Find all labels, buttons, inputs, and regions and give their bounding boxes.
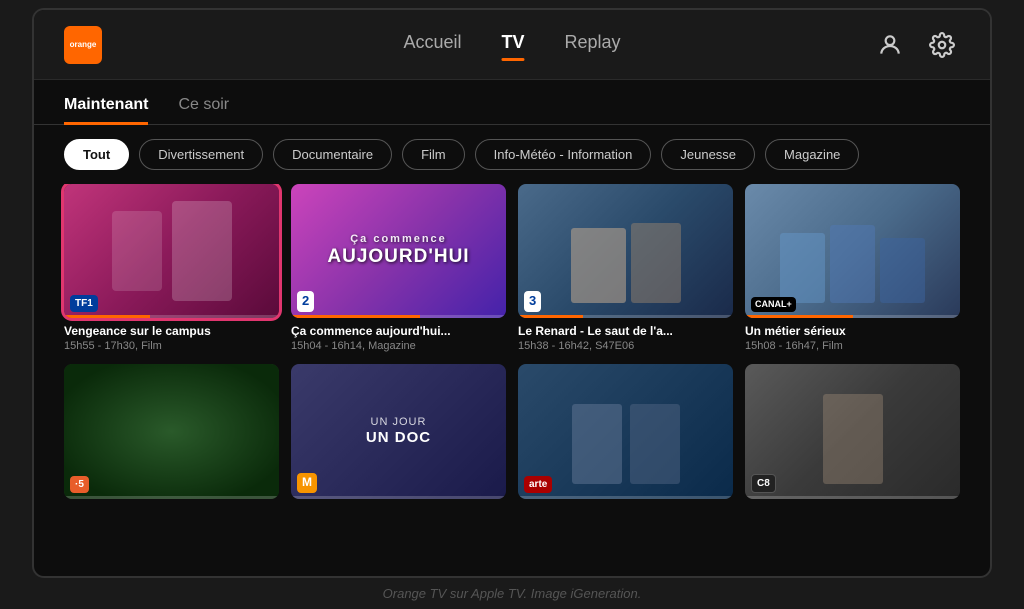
- card-1[interactable]: TF1 Vengeance sur le campus 15h55 - 17h3…: [64, 184, 279, 352]
- card-2-subtitle: 15h04 - 16h14, Magazine: [291, 340, 506, 352]
- card-4-thumb: CANAL+: [745, 184, 960, 318]
- channel-badge-1: TF1: [70, 295, 98, 312]
- tv-screen: orange Accueil TV Replay M: [32, 8, 992, 578]
- channel-badge-3: 3: [524, 291, 541, 312]
- card-8[interactable]: C8: [745, 364, 960, 506]
- channel-badge-5: ·5: [70, 476, 89, 493]
- card-7[interactable]: arte: [518, 364, 733, 506]
- card-5[interactable]: ·5: [64, 364, 279, 506]
- tabs-section: Maintenant Ce soir: [34, 80, 990, 125]
- channel-badge-8: C8: [751, 474, 776, 493]
- nav-replay[interactable]: Replay: [565, 32, 621, 57]
- card-4-title: Un métier sérieux: [745, 324, 960, 338]
- card-2[interactable]: Ça commence AUJOURD'HUI 2 Ça commence au…: [291, 184, 506, 352]
- filter-info-meteo[interactable]: Info-Météo - Information: [475, 139, 652, 170]
- filter-tout[interactable]: Tout: [64, 139, 129, 170]
- card-6-thumb: UN JOUR UN DOC M: [291, 364, 506, 498]
- card-6[interactable]: UN JOUR UN DOC M: [291, 364, 506, 506]
- card-grid: TF1 Vengeance sur le campus 15h55 - 17h3…: [64, 184, 960, 507]
- card-3-title: Le Renard - Le saut de l'a...: [518, 324, 733, 338]
- filter-documentaire[interactable]: Documentaire: [273, 139, 392, 170]
- channel-badge-7: arte: [524, 476, 552, 493]
- filter-jeunesse[interactable]: Jeunesse: [661, 139, 755, 170]
- card-1-subtitle: 15h55 - 17h30, Film: [64, 340, 279, 352]
- orange-logo: orange: [64, 26, 102, 64]
- header: orange Accueil TV Replay: [34, 10, 990, 80]
- image-caption: Orange TV sur Apple TV. Image iGeneratio…: [383, 586, 642, 601]
- filters-section: Tout Divertissement Documentaire Film In…: [34, 125, 990, 184]
- card-1-thumb: TF1: [64, 184, 279, 318]
- channel-badge-4: CANAL+: [751, 297, 796, 313]
- tab-ce-soir[interactable]: Ce soir: [178, 96, 229, 124]
- filter-divertissement[interactable]: Divertissement: [139, 139, 263, 170]
- card-7-thumb: arte: [518, 364, 733, 498]
- user-icon[interactable]: [872, 27, 908, 63]
- filter-magazine[interactable]: Magazine: [765, 139, 859, 170]
- nav-tv[interactable]: TV: [501, 32, 524, 57]
- logo-area: orange: [64, 26, 102, 64]
- card-2-title: Ça commence aujourd'hui...: [291, 324, 506, 338]
- card-3-thumb: 3: [518, 184, 733, 318]
- tab-maintenant[interactable]: Maintenant: [64, 96, 148, 124]
- channel-badge-2: 2: [297, 291, 314, 312]
- card-4-subtitle: 15h08 - 16h47, Film: [745, 340, 960, 352]
- card-1-title: Vengeance sur le campus: [64, 324, 279, 338]
- card-3-subtitle: 15h38 - 16h42, S47E06: [518, 340, 733, 352]
- card-3[interactable]: 3 Le Renard - Le saut de l'a... 15h38 - …: [518, 184, 733, 352]
- nav-area: Accueil TV Replay: [403, 32, 620, 57]
- settings-icon[interactable]: [924, 27, 960, 63]
- filter-film[interactable]: Film: [402, 139, 465, 170]
- header-icons: [872, 27, 960, 63]
- card-8-thumb: C8: [745, 364, 960, 498]
- card-2-thumb: Ça commence AUJOURD'HUI 2: [291, 184, 506, 318]
- card-5-thumb: ·5: [64, 364, 279, 498]
- channel-badge-6: M: [297, 473, 317, 493]
- nav-accueil[interactable]: Accueil: [403, 32, 461, 57]
- card-4[interactable]: CANAL+ Un métier sérieux 15h08 - 16h47, …: [745, 184, 960, 352]
- content-area: TF1 Vengeance sur le campus 15h55 - 17h3…: [34, 184, 990, 523]
